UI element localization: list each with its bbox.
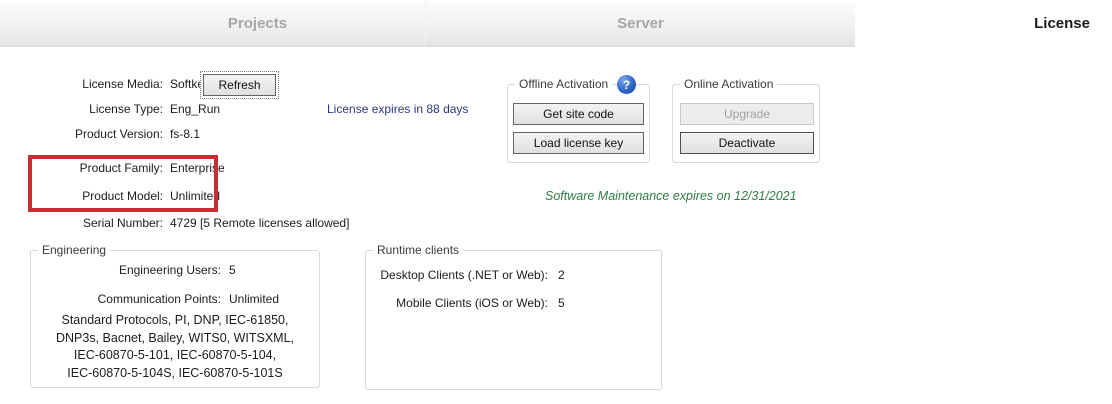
- desktop-clients-row: Desktop Clients (.NET or Web): 2: [366, 268, 565, 283]
- product-model-row: Product Model: Unlimited: [0, 189, 220, 204]
- serial-number-label: Serial Number:: [0, 216, 163, 231]
- protocols-list: Standard Protocols, PI, DNP, IEC-61850, …: [31, 312, 319, 382]
- tab-projects-label: Projects: [228, 15, 287, 32]
- mobile-clients-label: Mobile Clients (iOS or Web):: [366, 296, 548, 311]
- refresh-button-focus: Refresh: [200, 71, 279, 99]
- engineering-users-label: Engineering Users:: [31, 263, 221, 278]
- license-type-label: License Type:: [0, 102, 163, 117]
- communication-points-row: Communication Points: Unlimited: [31, 292, 279, 307]
- help-icon[interactable]: ?: [617, 75, 636, 94]
- online-activation-title: Online Activation: [680, 77, 777, 91]
- upgrade-button[interactable]: Upgrade: [680, 103, 814, 125]
- tab-server-label: Server: [617, 15, 664, 32]
- online-activation-group: Online Activation Upgrade Deactivate: [672, 84, 820, 163]
- desktop-clients-value: 2: [558, 268, 565, 283]
- engineering-users-value: 5: [229, 263, 236, 278]
- tab-server[interactable]: Server: [425, 0, 855, 47]
- get-site-code-button[interactable]: Get site code: [513, 103, 644, 125]
- product-version-label: Product Version:: [0, 127, 163, 142]
- refresh-button[interactable]: Refresh: [203, 74, 276, 96]
- tab-license-label: License: [1034, 15, 1090, 32]
- maintenance-note: Software Maintenance expires on 12/31/20…: [545, 189, 797, 203]
- product-model-value: Unlimited: [170, 189, 220, 204]
- mobile-clients-row: Mobile Clients (iOS or Web): 5: [366, 296, 565, 311]
- license-media-row: License Media: Softkey: [0, 77, 210, 92]
- runtime-clients-group: Runtime clients Desktop Clients (.NET or…: [365, 250, 662, 390]
- product-family-value: Enterprise: [170, 161, 225, 176]
- deactivate-button[interactable]: Deactivate: [680, 132, 814, 154]
- license-type-row: License Type: Eng_Run: [0, 102, 220, 117]
- communication-points-value: Unlimited: [229, 292, 279, 307]
- load-license-key-button[interactable]: Load license key: [513, 132, 644, 154]
- desktop-clients-label: Desktop Clients (.NET or Web):: [366, 268, 548, 283]
- engineering-title: Engineering: [38, 243, 110, 257]
- mobile-clients-value: 5: [558, 296, 565, 311]
- license-expiry-note: License expires in 88 days: [327, 102, 468, 116]
- product-version-row: Product Version: fs-8.1: [0, 127, 200, 142]
- runtime-clients-title: Runtime clients: [373, 243, 463, 257]
- license-screen: Projects Server License License Media: S…: [0, 0, 1112, 404]
- communication-points-label: Communication Points:: [31, 292, 221, 307]
- offline-activation-group: Offline Activation ? Get site code Load …: [507, 84, 650, 163]
- engineering-users-row: Engineering Users: 5: [31, 263, 236, 278]
- engineering-group: Engineering Engineering Users: 5 Communi…: [30, 250, 320, 388]
- serial-number-row: Serial Number: 4729 [5 Remote licenses a…: [0, 216, 349, 231]
- offline-activation-title: Offline Activation: [515, 77, 612, 91]
- product-family-row: Product Family: Enterprise: [0, 161, 225, 176]
- tab-projects[interactable]: Projects: [0, 0, 425, 47]
- product-family-label: Product Family:: [0, 161, 163, 176]
- tab-bar: Projects Server License: [0, 0, 1112, 47]
- tab-license[interactable]: License: [855, 0, 1112, 47]
- license-media-label: License Media:: [0, 77, 163, 92]
- serial-number-value: 4729 [5 Remote licenses allowed]: [170, 216, 349, 231]
- license-type-value: Eng_Run: [170, 102, 220, 117]
- product-model-label: Product Model:: [0, 189, 163, 204]
- product-version-value: fs-8.1: [170, 127, 200, 142]
